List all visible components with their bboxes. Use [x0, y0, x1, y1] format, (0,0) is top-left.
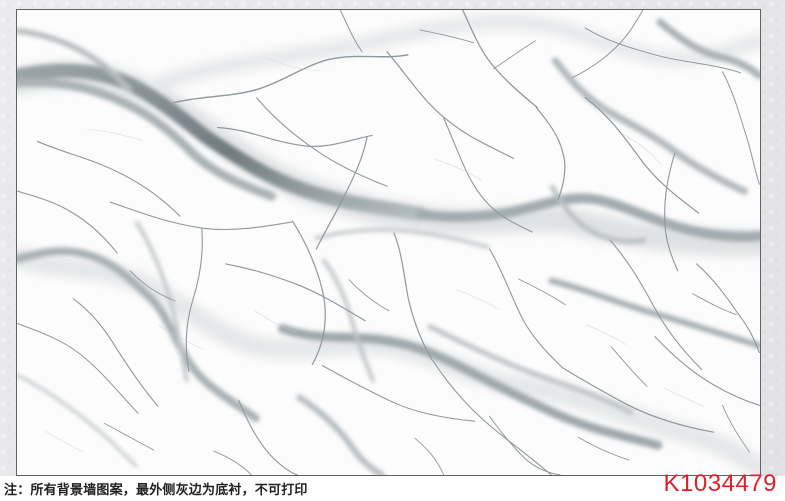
- product-code: K1034479: [663, 470, 777, 497]
- marble-panel: [16, 9, 761, 476]
- marble-texture-image: [17, 10, 760, 475]
- printing-note: 注：所有背景墙图案，最外侧灰边为底衬，不可打印: [4, 483, 308, 498]
